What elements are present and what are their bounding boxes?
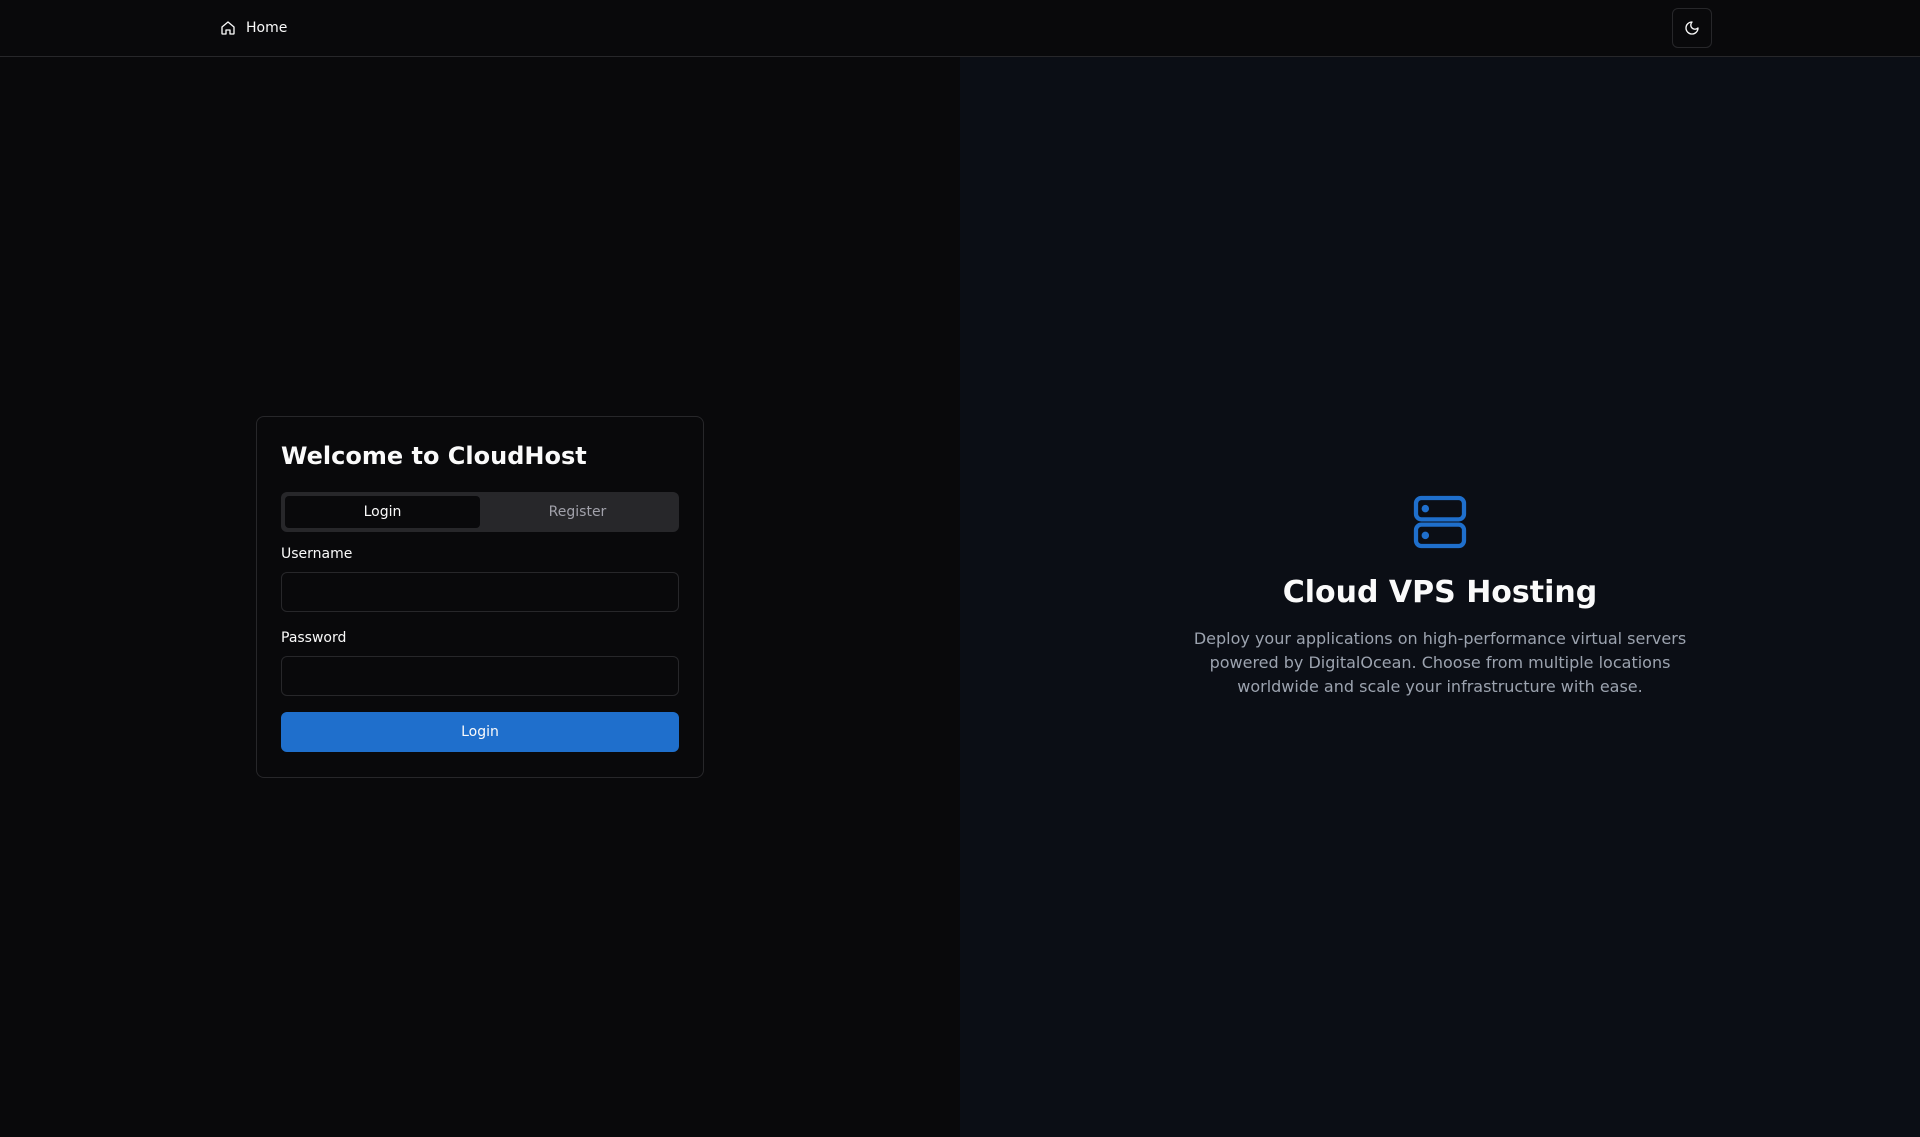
- moon-icon: [1685, 21, 1699, 35]
- auth-tabs: Login Register: [281, 492, 679, 532]
- username-input[interactable]: [281, 572, 679, 612]
- card-title: Welcome to CloudHost: [281, 442, 587, 470]
- hero-description: Deploy your applications on high-perform…: [1193, 629, 1687, 696]
- server-icon: [1413, 495, 1467, 549]
- hero-title: Cloud VPS Hosting: [1282, 575, 1598, 610]
- home-link[interactable]: Home: [220, 17, 287, 39]
- theme-toggle-button[interactable]: [1672, 8, 1712, 48]
- home-link-label: Home: [246, 20, 288, 36]
- password-label: Password: [281, 630, 347, 646]
- tab-login[interactable]: Login: [285, 496, 480, 528]
- password-input[interactable]: [281, 656, 679, 696]
- top-navbar: Home: [0, 0, 1920, 57]
- login-button[interactable]: Login: [281, 712, 679, 752]
- login-card: Welcome to CloudHost Login Register User…: [256, 416, 704, 778]
- hero-section: Cloud VPS Hosting Deploy your applicatio…: [960, 490, 1920, 699]
- tab-register[interactable]: Register: [480, 496, 675, 528]
- home-icon: [221, 21, 235, 35]
- username-label: Username: [281, 546, 353, 562]
